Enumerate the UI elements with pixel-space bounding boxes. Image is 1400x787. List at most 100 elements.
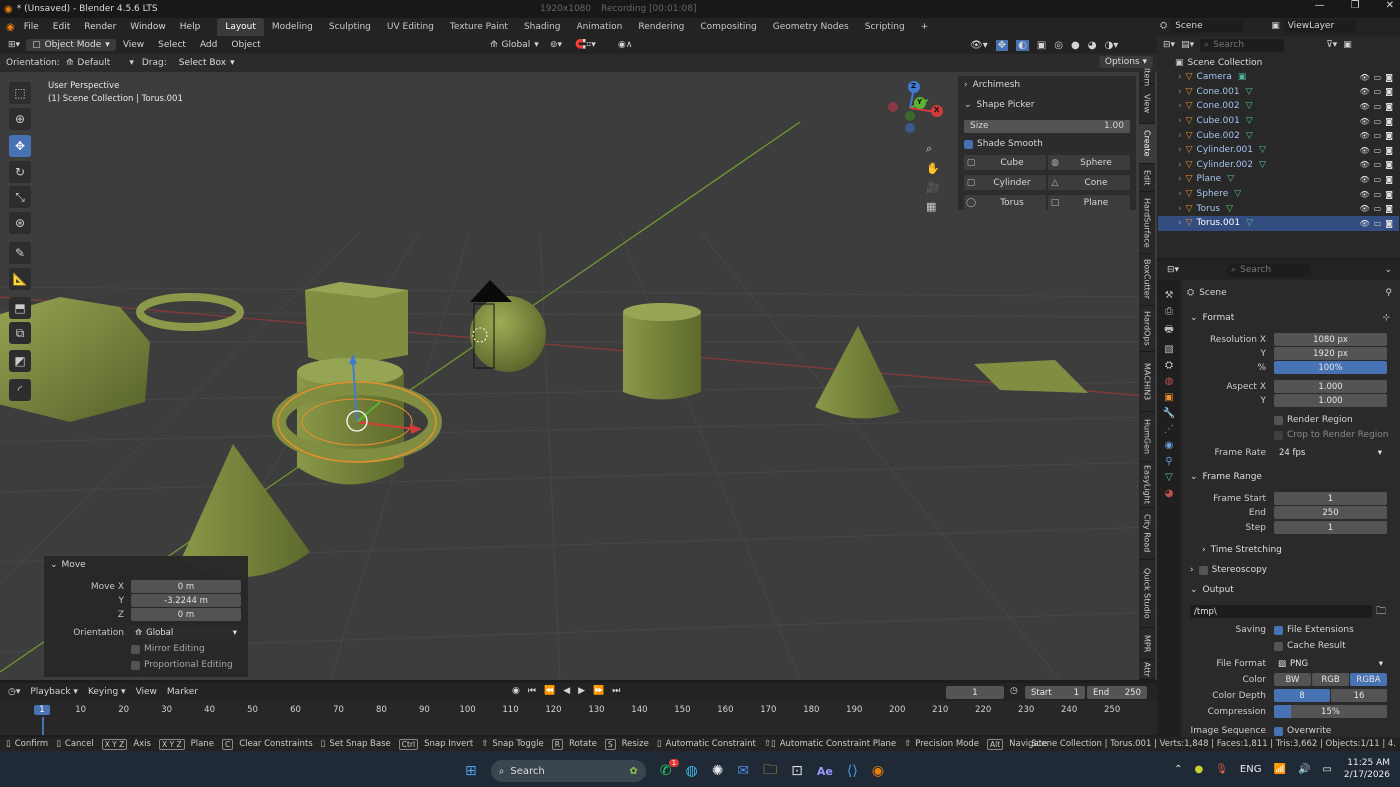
outliner-row-camera[interactable]: › ▽ Camera ▣ 👁 ▭ ◙: [1158, 70, 1399, 85]
scene-selector[interactable]: Scene: [1171, 20, 1244, 32]
render-camera-icon[interactable]: ◙: [1385, 146, 1393, 155]
timeline-editor-icon[interactable]: ◷▾: [8, 687, 20, 697]
viewport-monitor-icon[interactable]: ▭: [1374, 219, 1382, 228]
drag-dropdown[interactable]: Select Box ▾: [172, 57, 241, 69]
pin-icon[interactable]: ⚲: [1385, 288, 1392, 298]
zoom-icon[interactable]: ⌕: [926, 142, 940, 156]
checkbox-icon[interactable]: [1198, 565, 1208, 575]
measure-tool-button[interactable]: 📐: [9, 268, 31, 290]
menu-render[interactable]: Render: [77, 18, 123, 36]
volume-icon[interactable]: 🔊: [1298, 764, 1310, 775]
outliner-row-sphere[interactable]: › ▽ Sphere ▽ 👁 ▭ ◙: [1158, 187, 1399, 202]
visibility-eye-icon[interactable]: 👁: [1360, 160, 1370, 169]
depth-8-button[interactable]: 8: [1274, 689, 1330, 702]
stereoscopy-header[interactable]: › Stereoscopy: [1190, 565, 1267, 575]
render-camera-icon[interactable]: ◙: [1385, 204, 1393, 213]
outliner-row-cone-001[interactable]: › ▽ Cone.001 ▽ 👁 ▭ ◙: [1158, 85, 1399, 100]
viewport-monitor-icon[interactable]: ▭: [1374, 175, 1382, 184]
format-section-header[interactable]: ⌄ Format ⊹: [1190, 313, 1390, 323]
visibility-icon[interactable]: 👁▾: [970, 40, 988, 51]
xray-icon[interactable]: ▣: [1037, 40, 1046, 51]
viewport-monitor-icon[interactable]: ▭: [1374, 102, 1382, 111]
render-tab-icon[interactable]: ⎙: [1165, 306, 1173, 317]
output-path-field[interactable]: /tmp\: [1190, 605, 1372, 618]
tab-view[interactable]: View: [1139, 84, 1155, 124]
shading-wire-icon[interactable]: ◎: [1054, 40, 1063, 51]
tab-boxcutter[interactable]: BoxCutter: [1139, 254, 1155, 306]
visibility-eye-icon[interactable]: 👁: [1360, 146, 1370, 155]
material-tab-icon[interactable]: ◕: [1165, 488, 1174, 499]
tab-humgen[interactable]: HumGen: [1139, 412, 1155, 462]
viewport-monitor-icon[interactable]: ▭: [1374, 146, 1382, 155]
record-icon[interactable]: ◉: [512, 686, 520, 696]
tab-item[interactable]: Item: [1139, 68, 1155, 87]
boxcutter-tool-button[interactable]: ⧉: [9, 322, 31, 344]
outliner-row-torus[interactable]: › ▽ Torus ▽ 👁 ▭ ◙: [1158, 201, 1399, 216]
world-tab-icon[interactable]: ◍: [1165, 376, 1174, 387]
options-button[interactable]: Options ▾: [1098, 56, 1153, 68]
frame-ruler[interactable]: 1 10 20 30 40 50 60 70 80 90 100 110 120 130 140 150 160…: [0, 703, 1157, 735]
color-bw-button[interactable]: BW: [1274, 673, 1311, 686]
annotate-tool-button[interactable]: ✎: [9, 242, 31, 264]
minimize-button[interactable]: —: [1315, 0, 1325, 11]
quickstudio-tool-button[interactable]: ◜: [9, 379, 31, 401]
shade-smooth-checkbox[interactable]: Shade Smooth: [958, 135, 1136, 153]
options-chevron-icon[interactable]: ⌄: [1384, 265, 1392, 275]
file-extensions-checkbox[interactable]: File Extensions: [1274, 625, 1354, 635]
select-menu[interactable]: Select: [151, 36, 193, 54]
orientation-dropdown[interactable]: ⟰ Default ▾: [66, 58, 134, 68]
viewport-monitor-icon[interactable]: ▭: [1374, 73, 1382, 82]
render-region-checkbox[interactable]: Render Region: [1274, 415, 1353, 425]
blender-taskbar-icon[interactable]: ◉: [872, 763, 884, 779]
jump-start-icon[interactable]: ⏮: [528, 686, 536, 696]
move-x-field[interactable]: 0 m: [131, 580, 241, 593]
move-z-field[interactable]: 0 m: [131, 608, 241, 621]
aspect-y-field[interactable]: 1.000: [1274, 394, 1387, 407]
move-orientation-dropdown[interactable]: ⟰ Global ▾: [131, 626, 241, 639]
presets-icon[interactable]: ⊹: [1382, 313, 1390, 323]
render-camera-icon[interactable]: ◙: [1385, 131, 1393, 140]
close-button[interactable]: ✕: [1386, 0, 1394, 11]
menu-file[interactable]: File: [17, 18, 46, 36]
tab-uv-editing[interactable]: UV Editing: [379, 18, 442, 36]
camera-view-icon[interactable]: 🎥: [926, 181, 940, 194]
viewport-monitor-icon[interactable]: ▭: [1374, 160, 1382, 169]
outliner-search[interactable]: ⌕ Search: [1200, 38, 1285, 52]
folder-icon[interactable]: 🗀: [1376, 604, 1386, 621]
hardops-tool-button[interactable]: ◩: [9, 350, 31, 372]
pan-hand-icon[interactable]: ✋: [926, 162, 940, 175]
add-workspace-button[interactable]: +: [913, 18, 937, 36]
outliner-row-cylinder-002[interactable]: › ▽ Cylinder.002 ▽ 👁 ▭ ◙: [1158, 158, 1399, 173]
shape-cylinder-button[interactable]: ▢ Cylinder: [964, 175, 1046, 190]
tab-scripting[interactable]: Scripting: [857, 18, 913, 36]
physics-tab-icon[interactable]: ◉: [1165, 440, 1174, 451]
render-camera-icon[interactable]: ◙: [1385, 87, 1393, 96]
ortho-grid-icon[interactable]: ▦: [926, 200, 940, 213]
tab-mpr[interactable]: MPR: [1139, 628, 1155, 660]
render-camera-icon[interactable]: ◙: [1385, 190, 1393, 199]
visibility-eye-icon[interactable]: 👁: [1360, 204, 1370, 213]
tab-modeling[interactable]: Modeling: [264, 18, 321, 36]
shape-torus-button[interactable]: ◯ Torus: [964, 195, 1046, 210]
keying-menu[interactable]: Keying ▾: [88, 687, 126, 697]
shading-material-icon[interactable]: ◕: [1088, 40, 1097, 51]
frame-start-field[interactable]: 1: [1274, 492, 1387, 505]
shape-picker-header[interactable]: ⌄ Shape Picker: [958, 96, 1136, 114]
visibility-eye-icon[interactable]: 👁: [1360, 73, 1370, 82]
move-tool-button[interactable]: ✥: [9, 135, 31, 157]
properties-search[interactable]: ⌕ Search: [1227, 263, 1312, 277]
outliner-row-cone-002[interactable]: › ▽ Cone.002 ▽ 👁 ▭ ◙: [1158, 99, 1399, 114]
wifi-icon[interactable]: 📶: [1273, 764, 1285, 775]
language-indicator[interactable]: ENG: [1240, 764, 1262, 775]
time-stretching-header[interactable]: › Time Stretching: [1202, 545, 1282, 555]
battery-icon[interactable]: ▭: [1322, 764, 1331, 775]
viewport-monitor-icon[interactable]: ▭: [1374, 131, 1382, 140]
object-tab-icon[interactable]: ▣: [1164, 392, 1173, 403]
frame-end-field[interactable]: 250: [1274, 506, 1387, 519]
filter-icon[interactable]: ⊽▾: [1326, 40, 1337, 50]
frame-range-section-header[interactable]: ⌄ Frame Range: [1190, 472, 1262, 482]
depth-16-button[interactable]: 16: [1331, 689, 1387, 702]
whatsapp-icon[interactable]: ✆ 1: [660, 759, 680, 779]
menu-help[interactable]: Help: [173, 18, 208, 36]
tab-create[interactable]: Create: [1139, 124, 1155, 164]
